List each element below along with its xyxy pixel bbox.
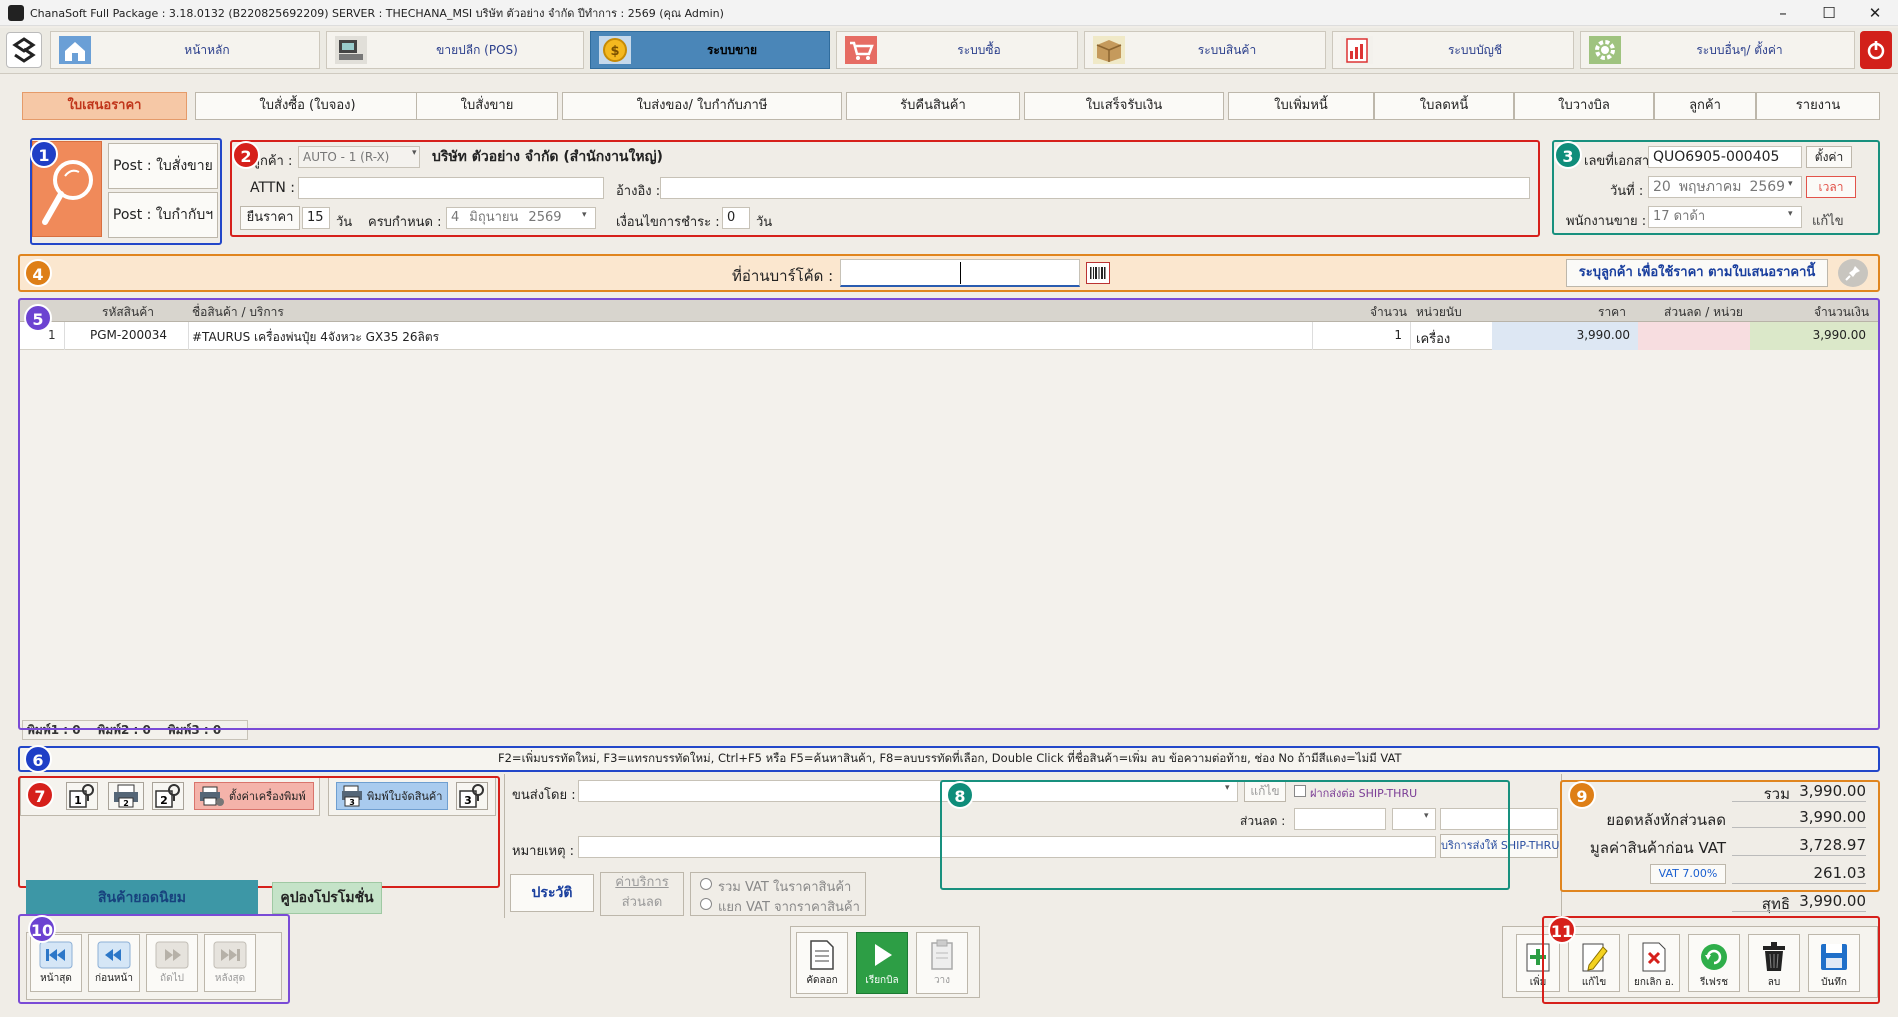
vat-exclusive-label: แยก VAT จากราคาสินค้า bbox=[718, 900, 860, 915]
module-label: ระบบซื้อ bbox=[957, 42, 1001, 57]
module-label: ระบบขาย bbox=[706, 42, 758, 57]
region-6-outline bbox=[18, 746, 1880, 772]
service-fee-discount-button[interactable]: ค่าบริการ ส่วนลด bbox=[600, 872, 684, 916]
module-sales[interactable]: $ ระบบขาย bbox=[590, 31, 830, 69]
copy-label: คัดลอก bbox=[806, 975, 838, 986]
region-4-outline bbox=[18, 254, 1880, 292]
region-1-outline bbox=[30, 138, 222, 245]
minimize-button[interactable]: – bbox=[1760, 0, 1806, 26]
service-fee-label: ค่าบริการ bbox=[615, 875, 669, 890]
popular-items-tab[interactable]: สินค้ายอดนิยม bbox=[26, 880, 258, 916]
gear-icon bbox=[1585, 34, 1625, 66]
service-discount-label: ส่วนลด bbox=[621, 895, 663, 910]
tab-sales-order[interactable]: ใบสั่งขาย bbox=[416, 92, 558, 120]
tab-billing[interactable]: ใบวางบิล bbox=[1514, 92, 1654, 120]
brand-logo-icon bbox=[6, 32, 42, 68]
callout-badge: 8 bbox=[946, 781, 974, 809]
shipping-by-label: ขนส่งโดย : bbox=[512, 788, 576, 803]
module-settings[interactable]: ระบบอื่นๆ/ ตั้งค่า bbox=[1580, 31, 1855, 69]
app-logo-icon bbox=[8, 4, 24, 21]
close-button[interactable]: ✕ bbox=[1852, 0, 1898, 26]
module-accounting[interactable]: ระบบบัญชี bbox=[1332, 31, 1574, 69]
tab-quotation[interactable]: ใบเสนอราคา bbox=[22, 92, 187, 120]
power-button[interactable] bbox=[1860, 31, 1892, 69]
paste-label: วาง bbox=[933, 975, 951, 986]
callout-badge: 11 bbox=[1548, 916, 1576, 944]
tab-receipt[interactable]: ใบเสร็จรับเงิน bbox=[1024, 92, 1224, 120]
region-2-outline bbox=[230, 140, 1540, 237]
module-purchase[interactable]: ระบบซื้อ bbox=[836, 31, 1078, 69]
callout-badge: 4 bbox=[24, 259, 52, 287]
region-11-outline bbox=[1542, 916, 1880, 1004]
home-icon bbox=[55, 34, 95, 66]
callout-badge: 10 bbox=[28, 915, 56, 943]
call-bill-button[interactable]: เรียกบิล bbox=[856, 932, 908, 994]
tab-report[interactable]: รายงาน bbox=[1756, 92, 1880, 120]
module-bar: หน้าหลัก ขายปลีก (POS) $ ระบบขาย ระบบซื้… bbox=[0, 28, 1898, 74]
copy-document-icon bbox=[810, 940, 834, 970]
title-bar: ChanaSoft Full Package : 3.18.0132 (B220… bbox=[0, 0, 1898, 26]
module-label: ระบบสินค้า bbox=[1197, 42, 1257, 57]
tab-return[interactable]: รับคืนสินค้า bbox=[846, 92, 1020, 120]
callout-badge: 1 bbox=[30, 140, 58, 168]
module-pos[interactable]: ขายปลีก (POS) bbox=[326, 31, 584, 69]
window-title: ChanaSoft Full Package : 3.18.0132 (B220… bbox=[30, 6, 724, 20]
region-8-outline bbox=[940, 780, 1510, 890]
ledger-icon bbox=[1337, 34, 1377, 66]
region-10-outline bbox=[18, 914, 290, 1004]
tab-debit-note[interactable]: ใบเพิ่มหนี้ bbox=[1228, 92, 1374, 120]
module-label: ระบบบัญชี bbox=[1447, 42, 1503, 57]
callout-badge: 3 bbox=[1554, 141, 1582, 169]
module-inventory[interactable]: ระบบสินค้า bbox=[1084, 31, 1326, 69]
copy-button[interactable]: คัดลอก bbox=[796, 932, 848, 994]
module-label: หน้าหลัก bbox=[184, 42, 230, 57]
region-3-outline bbox=[1552, 140, 1880, 235]
region-7-outline bbox=[18, 776, 500, 888]
tab-credit-note[interactable]: ใบลดหนี้ bbox=[1374, 92, 1514, 120]
tab-delivery-invoice[interactable]: ใบส่งของ/ ใบกำกับภาษี bbox=[562, 92, 842, 120]
callout-badge: 7 bbox=[26, 781, 54, 809]
call-bill-label: เรียกบิล bbox=[865, 975, 899, 986]
vat-inclusive-label: รวม VAT ในราคาสินค้า bbox=[718, 880, 852, 895]
svg-text:$: $ bbox=[610, 44, 619, 59]
net-value: 3,990.00 bbox=[1732, 892, 1866, 912]
module-label: ขายปลีก (POS) bbox=[436, 42, 518, 57]
region-5-outline bbox=[18, 298, 1880, 730]
coupon-tab[interactable]: คูปองโปรโมชั่น bbox=[272, 882, 382, 914]
vat-exclusive-radio[interactable] bbox=[700, 898, 712, 910]
coin-icon: $ bbox=[595, 34, 635, 66]
callout-badge: 2 bbox=[232, 141, 260, 169]
pos-terminal-icon bbox=[331, 34, 371, 66]
play-icon bbox=[875, 944, 892, 966]
callout-badge: 9 bbox=[1568, 781, 1596, 809]
box-icon bbox=[1089, 34, 1129, 66]
clipboard-icon bbox=[931, 939, 953, 970]
power-icon bbox=[1867, 41, 1885, 60]
cart-icon bbox=[841, 34, 881, 66]
document-tabs: ใบเสนอราคา ใบสั่งซื้อ (ใบจอง) ใบสั่งขาย … bbox=[20, 92, 1880, 120]
region-9-outline bbox=[1560, 780, 1880, 892]
callout-badge: 5 bbox=[24, 304, 52, 332]
callout-badge: 6 bbox=[24, 745, 52, 773]
maximize-button[interactable]: ☐ bbox=[1806, 0, 1852, 26]
tab-purchase-order[interactable]: ใบสั่งซื้อ (ใบจอง) bbox=[195, 92, 420, 120]
tab-customer[interactable]: ลูกค้า bbox=[1654, 92, 1756, 120]
module-home[interactable]: หน้าหลัก bbox=[50, 31, 320, 69]
module-label: ระบบอื่นๆ/ ตั้งค่า bbox=[1696, 42, 1783, 57]
vat-inclusive-radio[interactable] bbox=[700, 878, 712, 890]
history-button[interactable]: ประวัติ bbox=[510, 874, 594, 912]
paste-button[interactable]: วาง bbox=[916, 932, 968, 994]
remark-label: หมายเหตุ : bbox=[512, 844, 575, 859]
